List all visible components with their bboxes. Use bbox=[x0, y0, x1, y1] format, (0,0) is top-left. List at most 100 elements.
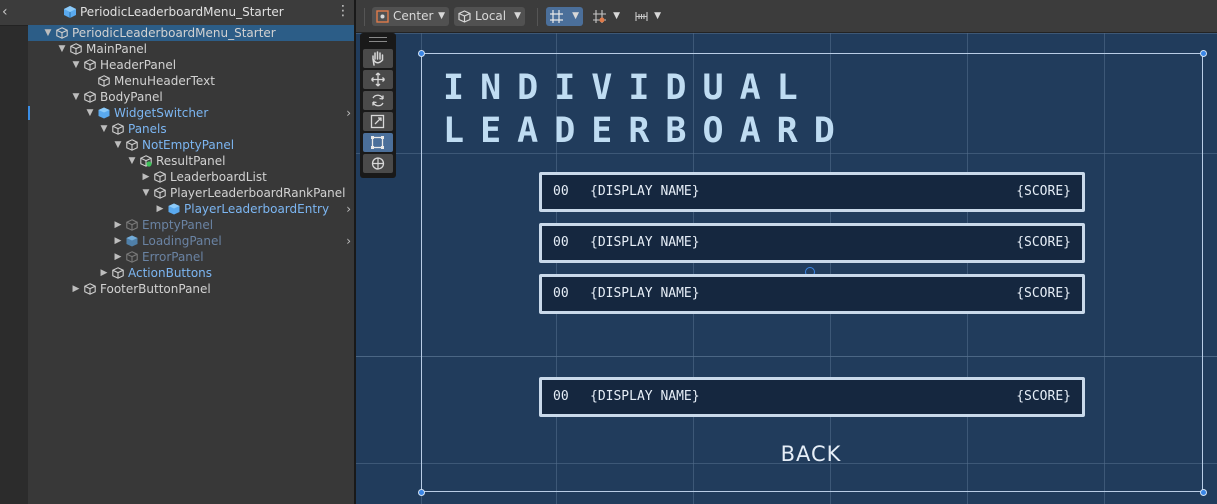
entry-rank: 00 bbox=[553, 184, 569, 199]
hierarchy-row-label: ResultPanel bbox=[156, 154, 226, 168]
hierarchy-row[interactable]: ▼ HeaderPanel bbox=[28, 57, 355, 73]
grid-snap-toggle[interactable]: ▼ bbox=[546, 7, 583, 26]
tool-palette bbox=[360, 33, 396, 178]
gameobject-cube-icon bbox=[56, 27, 68, 39]
scale-tool-button[interactable] bbox=[363, 112, 393, 131]
rect-handle-top-left[interactable] bbox=[418, 50, 425, 57]
gameobject-cube-icon bbox=[112, 267, 124, 279]
transform-tool-button[interactable] bbox=[363, 154, 393, 173]
hierarchy-row-label: MainPanel bbox=[86, 42, 148, 56]
prefab-cube-icon bbox=[98, 107, 110, 119]
hand-icon bbox=[372, 51, 384, 66]
foldout-expanded-icon[interactable]: ▼ bbox=[141, 185, 151, 201]
rotate-tool-button[interactable] bbox=[363, 91, 393, 110]
leaderboard-entry[interactable]: 00 {DISPLAY NAME} {SCORE} bbox=[539, 223, 1085, 263]
foldout-expanded-icon[interactable]: ▼ bbox=[127, 153, 137, 169]
hierarchy-row[interactable]: ▼ PlayerLeaderboardRankPanel bbox=[28, 185, 355, 201]
hierarchy-row-label: MenuHeaderText bbox=[114, 74, 215, 88]
hierarchy-row[interactable]: ▶ ActionButtons bbox=[28, 265, 355, 281]
hierarchy-row[interactable]: ▼ MainPanel bbox=[28, 41, 355, 57]
hierarchy-row[interactable]: ▼ BodyPanel bbox=[28, 89, 355, 105]
pivot-mode-label: Center bbox=[393, 9, 434, 23]
foldout-collapsed-icon[interactable]: ▶ bbox=[113, 233, 123, 249]
hierarchy-row[interactable]: ▶ FooterButtonPanel bbox=[28, 281, 355, 297]
local-cube-icon bbox=[458, 10, 471, 23]
hand-tool-button[interactable] bbox=[363, 49, 393, 68]
hierarchy-row[interactable]: ▶ LeaderboardList bbox=[28, 169, 355, 185]
entry-rank: 00 bbox=[553, 235, 569, 250]
chevron-right-icon[interactable]: › bbox=[346, 201, 351, 217]
foldout-expanded-icon[interactable]: ▼ bbox=[57, 41, 67, 57]
hierarchy-row[interactable]: ▶ LoadingPanel › bbox=[28, 233, 355, 249]
hierarchy-row[interactable]: ▶ ErrorPanel bbox=[28, 249, 355, 265]
foldout-expanded-icon[interactable]: ▼ bbox=[43, 25, 53, 41]
ruler-icon bbox=[635, 12, 648, 21]
hierarchy-row[interactable]: ▼ ResultPanel bbox=[28, 153, 355, 169]
entry-score: {SCORE} bbox=[1016, 184, 1071, 199]
chevron-down-icon: ▼ bbox=[613, 11, 620, 21]
chevron-right-icon[interactable]: › bbox=[346, 233, 351, 249]
pivot-center-icon bbox=[376, 10, 389, 23]
hierarchy-row-label: PeriodicLeaderboardMenu_Starter bbox=[72, 26, 276, 40]
menu-header-text-line2: LEADERBOARD bbox=[443, 111, 851, 151]
foldout-collapsed-icon[interactable]: ▶ bbox=[99, 265, 109, 281]
ruler-snap-toggle[interactable]: ▼ bbox=[631, 7, 665, 26]
rect-tool-button[interactable] bbox=[363, 133, 393, 152]
gameobject-cube-icon bbox=[126, 139, 138, 151]
scene-view[interactable]: INDIVIDUAL LEADERBOARD 00 {DISPLAY NAME} {… bbox=[356, 33, 1217, 504]
hierarchy-row[interactable]: ▼ Panels bbox=[28, 121, 355, 137]
foldout-expanded-icon[interactable]: ▼ bbox=[71, 57, 81, 73]
foldout-expanded-icon[interactable]: ▼ bbox=[71, 89, 81, 105]
foldout-expanded-icon[interactable]: ▼ bbox=[85, 105, 95, 121]
hierarchy-row-label: ErrorPanel bbox=[142, 250, 204, 264]
hierarchy-panel: ‹ PeriodicLeaderboardMenu_Starter ⋮ ▼ Per… bbox=[0, 0, 355, 504]
leaderboard-entry[interactable]: 00 {DISPLAY NAME} {SCORE} bbox=[539, 274, 1085, 314]
rect-handle-top-right[interactable] bbox=[1200, 50, 1207, 57]
scene-toolbar: Center ▼ Local ▼ ▼ ▼ ▼ bbox=[356, 0, 1217, 33]
chevron-down-icon: ▼ bbox=[572, 11, 579, 21]
prefab-cube-icon bbox=[126, 235, 138, 247]
gameobject-cube-icon bbox=[126, 251, 138, 263]
foldout-collapsed-icon[interactable]: ▶ bbox=[71, 281, 81, 297]
gameobject-cube-icon bbox=[112, 123, 124, 135]
gameobject-cube-icon bbox=[140, 155, 152, 167]
prefab-cube-icon bbox=[168, 203, 180, 215]
hierarchy-row[interactable]: ▼ PeriodicLeaderboardMenu_Starter bbox=[28, 25, 355, 41]
increment-snap-icon bbox=[593, 10, 606, 23]
prefab-cube-icon bbox=[64, 6, 76, 18]
move-tool-button[interactable] bbox=[363, 70, 393, 89]
hierarchy-row[interactable]: ▼ WidgetSwitcher › bbox=[28, 105, 355, 121]
foldout-expanded-icon[interactable]: ▼ bbox=[113, 137, 123, 153]
foldout-collapsed-icon[interactable]: ▶ bbox=[113, 249, 123, 265]
back-arrow-icon[interactable]: ‹ bbox=[2, 4, 8, 20]
hierarchy-row-label: ActionButtons bbox=[128, 266, 213, 280]
grid-snap-icon bbox=[550, 10, 563, 23]
rect-handle-bottom-left[interactable] bbox=[418, 489, 425, 496]
hierarchy-row[interactable]: ▶ PlayerLeaderboardEntry › bbox=[28, 201, 355, 217]
foldout-collapsed-icon[interactable]: ▶ bbox=[113, 217, 123, 233]
hierarchy-row-label: Panels bbox=[128, 122, 167, 136]
foldout-collapsed-icon[interactable]: ▶ bbox=[141, 169, 151, 185]
rect-tool-icon bbox=[371, 136, 384, 149]
foldout-collapsed-icon[interactable]: ▶ bbox=[155, 201, 165, 217]
chevron-down-icon: ▼ bbox=[654, 11, 661, 21]
kebab-menu-icon[interactable]: ⋮ bbox=[336, 3, 350, 19]
leaderboard-entry[interactable]: 00 {DISPLAY NAME} {SCORE} bbox=[539, 172, 1085, 212]
gameobject-cube-icon bbox=[84, 91, 96, 103]
space-mode-dropdown[interactable]: Local ▼ bbox=[454, 7, 525, 26]
hierarchy-row-label: PlayerLeaderboardRankPanel bbox=[170, 186, 346, 200]
entry-display-name: {DISPLAY NAME} bbox=[590, 389, 700, 404]
chevron-right-icon[interactable]: › bbox=[346, 105, 351, 121]
gameobject-cube-icon bbox=[98, 75, 110, 87]
increment-snap-toggle[interactable]: ▼ bbox=[589, 7, 624, 26]
hierarchy-row[interactable]: ▼ NotEmptyPanel bbox=[28, 137, 355, 153]
pivot-mode-dropdown[interactable]: Center ▼ bbox=[372, 7, 449, 26]
foldout-expanded-icon[interactable]: ▼ bbox=[99, 121, 109, 137]
back-button[interactable]: BACK bbox=[751, 439, 871, 469]
hierarchy-row[interactable]: ▶ EmptyPanel bbox=[28, 217, 355, 233]
hierarchy-row[interactable]: MenuHeaderText bbox=[28, 73, 355, 89]
player-leaderboard-entry[interactable]: 00 {DISPLAY NAME} {SCORE} bbox=[539, 377, 1085, 417]
rect-handle-bottom-right[interactable] bbox=[1200, 489, 1207, 496]
palette-grip-icon[interactable] bbox=[369, 37, 387, 42]
entry-display-name: {DISPLAY NAME} bbox=[590, 286, 700, 301]
